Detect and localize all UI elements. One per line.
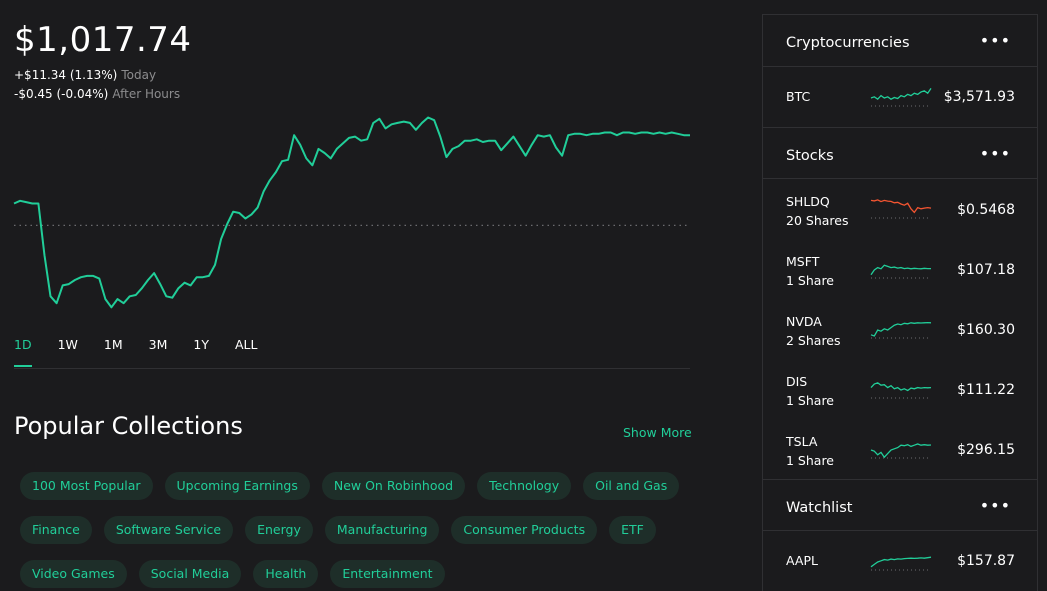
watchlist-header: Watchlist •••	[763, 479, 1037, 531]
holding-shares: 1 Share	[786, 393, 834, 408]
holding-row-shldq[interactable]: SHLDQ 20 Shares $0.5468	[763, 179, 1037, 239]
collections-title: Popular Collections	[14, 412, 243, 440]
holding-symbol: NVDA	[786, 314, 822, 329]
holding-shares: 1 Share	[786, 453, 834, 468]
holding-shares: 1 Share	[786, 273, 834, 288]
sparkline-chart	[870, 264, 931, 279]
watchlist-more-icon[interactable]: •••	[980, 496, 1011, 515]
sparkline-chart	[870, 88, 932, 107]
collection-chip[interactable]: Finance	[20, 516, 92, 544]
chip-row: Video Games Social Media Health Entertainme…	[20, 560, 700, 588]
holding-symbol: DIS	[786, 374, 808, 389]
sparkline-chart	[870, 321, 932, 339]
watchlist-list: AAPL $157.87	[763, 531, 1037, 591]
stocks-list: SHLDQ 20 Shares $0.5468 MSFT 1 Share $107.18 N…	[763, 179, 1037, 479]
crypto-more-icon[interactable]: •••	[980, 31, 1011, 50]
sparkline-line	[870, 321, 932, 337]
holding-price: $107.18	[957, 262, 1015, 278]
sparkline-chart	[870, 199, 932, 219]
holding-shares: 2 Shares	[786, 333, 841, 348]
stocks-more-icon[interactable]: •••	[980, 144, 1011, 163]
collection-chip[interactable]: Energy	[245, 516, 313, 544]
collection-chip[interactable]: Upcoming Earnings	[164, 472, 310, 500]
holding-row-btc[interactable]: BTC $3,571.93	[763, 67, 1037, 127]
holding-symbol: BTC	[786, 89, 811, 104]
sparkline-chart	[870, 443, 932, 459]
chip-row: 100 Most Popular Upcoming Earnings New On …	[20, 472, 700, 500]
today-change: +$11.34 (1.13%) Today	[14, 68, 156, 82]
collection-chip[interactable]: Technology	[477, 472, 572, 500]
holding-price: $157.87	[957, 553, 1015, 569]
holding-row-dis[interactable]: DIS 1 Share $111.22	[763, 359, 1037, 419]
holding-price: $111.22	[957, 382, 1015, 398]
collection-chip[interactable]: Software Service	[103, 516, 234, 544]
holding-symbol: MSFT	[786, 254, 820, 269]
collection-chip[interactable]: Social Media	[138, 560, 242, 588]
range-divider	[14, 368, 690, 369]
stocks-header: Stocks •••	[763, 127, 1037, 179]
holding-row-aapl[interactable]: AAPL $157.87	[763, 531, 1037, 591]
holding-price: $296.15	[957, 442, 1015, 458]
holding-price: $3,571.93	[943, 89, 1015, 105]
collection-chip[interactable]: New On Robinhood	[321, 472, 466, 500]
holding-symbol: AAPL	[786, 553, 818, 568]
chip-row: Finance Software Service Energy Manufacturi…	[20, 516, 700, 544]
holding-row-nvda[interactable]: NVDA 2 Shares $160.30	[763, 299, 1037, 359]
holding-price: $0.5468	[957, 202, 1015, 218]
sparkline-line	[870, 88, 932, 101]
sparkline-line	[870, 382, 932, 392]
after-hours-change: -$0.45 (-0.04%) After Hours	[14, 87, 180, 101]
portfolio-value: $1,017.74	[14, 20, 192, 60]
sparkline-line	[870, 264, 931, 276]
watchlist-title: Watchlist	[786, 500, 853, 516]
after-hours-amount: -$0.45 (-0.04%)	[14, 87, 109, 101]
show-more-link[interactable]: Show More	[623, 425, 692, 440]
crypto-title: Cryptocurrencies	[786, 35, 910, 51]
range-tab-3m[interactable]: 3M	[149, 337, 168, 367]
crypto-header: Cryptocurrencies •••	[763, 15, 1037, 67]
holding-row-tsla[interactable]: TSLA 1 Share $296.15	[763, 419, 1037, 479]
sparkline-line	[870, 443, 932, 459]
holding-price: $160.30	[957, 322, 1015, 338]
holding-symbol: SHLDQ	[786, 194, 830, 209]
portfolio-chart[interactable]	[0, 100, 700, 320]
collection-chip[interactable]: ETF	[609, 516, 656, 544]
stocks-title: Stocks	[786, 148, 834, 164]
range-tab-1w[interactable]: 1W	[58, 337, 78, 367]
range-selector: 1D 1W 1M 3M 1Y ALL	[14, 337, 283, 367]
sidebar-panel: Cryptocurrencies ••• BTC $3,571.93 Stocks…	[762, 14, 1038, 591]
range-tab-all[interactable]: ALL	[235, 337, 257, 367]
sparkline-line	[870, 556, 932, 568]
range-tab-1m[interactable]: 1M	[104, 337, 123, 367]
sparkline-chart	[870, 556, 932, 571]
range-tab-1d[interactable]: 1D	[14, 337, 32, 367]
sparkline-line	[870, 199, 932, 214]
collection-chip[interactable]: Manufacturing	[324, 516, 440, 544]
collection-chip[interactable]: Consumer Products	[451, 516, 598, 544]
holding-symbol: TSLA	[786, 434, 818, 449]
after-hours-label: After Hours	[112, 87, 181, 101]
range-tab-1y[interactable]: 1Y	[193, 337, 209, 367]
portfolio-area: $1,017.74 +$11.34 (1.13%) Today -$0.45 (-…	[0, 0, 740, 591]
portfolio-line	[13, 116, 690, 309]
collection-chips: 100 Most Popular Upcoming Earnings New On …	[20, 472, 700, 591]
holding-row-msft[interactable]: MSFT 1 Share $107.18	[763, 239, 1037, 299]
collection-chip[interactable]: Oil and Gas	[583, 472, 680, 500]
today-change-amount: +$11.34 (1.13%)	[14, 68, 118, 82]
holding-shares: 20 Shares	[786, 213, 849, 228]
collection-chip[interactable]: Health	[253, 560, 319, 588]
collection-chip[interactable]: 100 Most Popular	[20, 472, 153, 500]
collection-chip[interactable]: Video Games	[20, 560, 127, 588]
sparkline-chart	[870, 382, 932, 399]
collection-chip[interactable]: Entertainment	[330, 560, 445, 588]
crypto-list: BTC $3,571.93	[763, 67, 1037, 127]
today-label: Today	[121, 68, 157, 82]
